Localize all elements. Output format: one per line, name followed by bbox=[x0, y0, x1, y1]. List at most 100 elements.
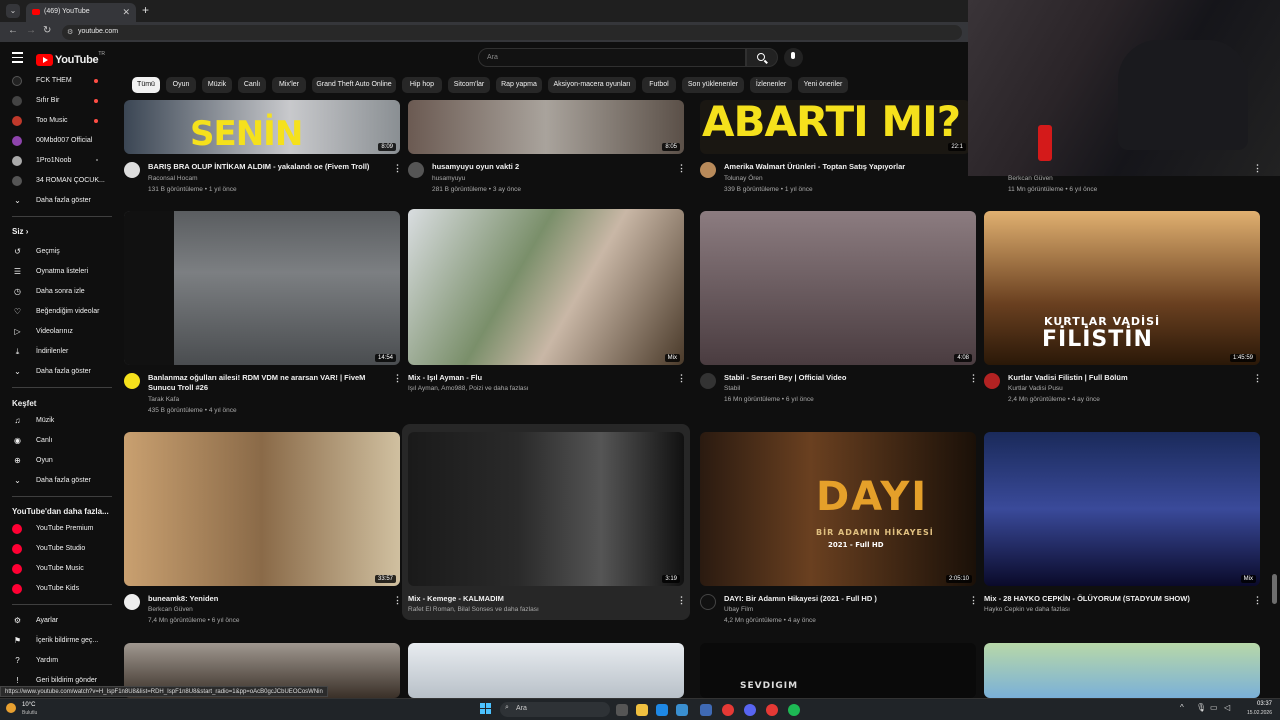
chip-muzik[interactable]: Müzik bbox=[202, 77, 232, 93]
video-thumbnail[interactable]: 4:08 bbox=[700, 211, 976, 365]
sidebar-item-live[interactable]: ◉ Canlı bbox=[12, 434, 112, 448]
task-view-icon[interactable] bbox=[616, 704, 628, 716]
video-thumbnail[interactable]: Mix bbox=[408, 209, 684, 365]
more-actions-icon[interactable]: ⋮ bbox=[393, 373, 402, 384]
url-field[interactable]: ⚙ youtube.com bbox=[62, 25, 962, 40]
forward-icon[interactable]: → bbox=[26, 25, 36, 36]
more-actions-icon[interactable]: ⋮ bbox=[393, 595, 402, 606]
sidebar-item-report-history[interactable]: ⚑ İçerik bildirme geç... bbox=[12, 634, 112, 648]
youtube-logo[interactable]: YouTubeTR bbox=[36, 51, 105, 69]
channel-name[interactable]: Tarak Kafa bbox=[148, 396, 179, 403]
video-title[interactable]: Kurtlar Vadisi Filistin | Full Bölüm bbox=[1008, 373, 1240, 383]
video-title[interactable]: Banlanmaz oğulları ailesi! RDM VDM ne ar… bbox=[148, 373, 380, 393]
channel-avatar[interactable] bbox=[124, 373, 140, 389]
sidebar-show-more-explore[interactable]: ⌄ Daha fazla göster bbox=[12, 474, 112, 488]
new-tab-icon[interactable]: + bbox=[142, 3, 149, 17]
video-thumbnail[interactable]: DAYI BİR ADAMIN HİKAYESİ 2021 - Full HD … bbox=[700, 432, 976, 586]
channel-name[interactable]: Kurtlar Vadisi Pusu bbox=[1008, 385, 1063, 392]
reload-icon[interactable]: ↻ bbox=[43, 25, 51, 36]
sidebar-item-gaming[interactable]: ⊕ Oyun bbox=[12, 454, 112, 468]
channel-name[interactable]: Hayko Cepkin ve daha fazlası bbox=[984, 606, 1070, 613]
channel-avatar[interactable] bbox=[124, 594, 140, 610]
chip-yeni-oneriler[interactable]: Yeni öneriler bbox=[798, 77, 848, 93]
video-thumbnail[interactable]: 33:57 bbox=[124, 432, 400, 586]
search-button[interactable] bbox=[746, 48, 778, 67]
channel-name[interactable]: Rafet El Roman, Bilal Sonses ve daha faz… bbox=[408, 606, 539, 613]
sidebar-item-settings[interactable]: ⚙ Ayarlar bbox=[12, 614, 112, 628]
voice-search-icon[interactable] bbox=[784, 48, 803, 67]
network-icon[interactable]: ▭ bbox=[1210, 703, 1218, 712]
chip-izlenenler[interactable]: İzlenenler bbox=[750, 77, 792, 93]
video-title[interactable]: BARIŞ BRA OLUP İNTİKAM ALDIM - yakalandı… bbox=[148, 162, 380, 172]
sidebar-item-youtube-premium[interactable]: YouTube Premium bbox=[12, 522, 112, 536]
weather-temp[interactable]: 10°C bbox=[22, 702, 35, 708]
channel-avatar[interactable] bbox=[700, 373, 716, 389]
more-actions-icon[interactable]: ⋮ bbox=[393, 163, 402, 174]
volume-icon[interactable]: ◁ bbox=[1224, 703, 1230, 712]
chip-hip-hop[interactable]: Hip hop bbox=[402, 77, 442, 93]
app-icon[interactable] bbox=[766, 704, 778, 716]
sidebar-item-youtube-kids[interactable]: YouTube Kids bbox=[12, 582, 112, 596]
video-title[interactable]: Stabil - Serseri Bey | Official Video bbox=[724, 373, 956, 383]
video-title[interactable]: Amerika Walmart Ürünleri - Toptan Satış … bbox=[724, 162, 956, 172]
chip-futbol[interactable]: Futbol bbox=[642, 77, 676, 93]
sidebar-item-help[interactable]: ? Yardım bbox=[12, 654, 112, 668]
sidebar-show-more-subs[interactable]: ⌄ Daha fazla göster bbox=[12, 194, 112, 208]
taskbar-search[interactable]: ⌕ Ara bbox=[500, 702, 610, 717]
sidebar-item-liked[interactable]: ♡ Beğendiğim videolar bbox=[12, 305, 112, 319]
spotify-icon[interactable] bbox=[788, 704, 800, 716]
tab-search-icon[interactable]: ⌄ bbox=[6, 4, 20, 18]
chip-canli[interactable]: Canlı bbox=[238, 77, 266, 93]
chip-sitcomlar[interactable]: Sitcom'lar bbox=[448, 77, 490, 93]
sidebar-item-playlists[interactable]: ☰ Oynatma listeleri bbox=[12, 265, 112, 279]
microphone-icon[interactable]: 🎙 bbox=[1196, 703, 1206, 712]
more-actions-icon[interactable]: ⋮ bbox=[677, 163, 686, 174]
video-title[interactable]: buneamk8: Yeniden bbox=[148, 594, 380, 604]
video-thumbnail[interactable] bbox=[408, 643, 684, 698]
tray-chevron-icon[interactable]: ^ bbox=[1180, 703, 1184, 712]
sidebar-item-downloads[interactable]: ⤓ İndirilenler bbox=[12, 345, 112, 359]
sidebar-item-music[interactable]: ♫ Müzik bbox=[12, 414, 112, 428]
you-section-header[interactable]: Siz › bbox=[12, 227, 28, 236]
file-explorer-icon[interactable] bbox=[636, 704, 648, 716]
more-actions-icon[interactable]: ⋮ bbox=[1253, 373, 1262, 384]
channel-avatar[interactable] bbox=[984, 373, 1000, 389]
sidebar-sub-too-music[interactable]: Too Music bbox=[12, 114, 112, 128]
scrollbar-thumb[interactable] bbox=[1272, 574, 1277, 604]
channel-avatar[interactable] bbox=[700, 162, 716, 178]
video-title[interactable]: DAYI: Bir Adamın Hikayesi (2021 - Full H… bbox=[724, 594, 956, 604]
video-thumbnail[interactable]: 14:54 bbox=[124, 211, 400, 365]
discord-icon[interactable] bbox=[744, 704, 756, 716]
site-info-icon[interactable]: ⚙ bbox=[67, 28, 73, 36]
video-thumbnail[interactable]: 8:05 bbox=[408, 100, 684, 154]
clock-date[interactable]: 15.02.2026 bbox=[1238, 710, 1272, 716]
sidebar-sub-34-roman[interactable]: 34 ROMAN ÇOCUK... bbox=[12, 174, 112, 188]
video-thumbnail[interactable]: SENİN ANANI 8:09 bbox=[124, 100, 400, 154]
more-actions-icon[interactable]: ⋮ bbox=[1253, 595, 1262, 606]
more-actions-icon[interactable]: ⋮ bbox=[677, 373, 686, 384]
sidebar-sub-00mbd007[interactable]: 00Mbd007 Official bbox=[12, 134, 112, 148]
more-actions-icon[interactable]: ⋮ bbox=[1253, 163, 1262, 174]
channel-avatar[interactable] bbox=[124, 162, 140, 178]
chip-rap-yapma[interactable]: Rap yapma bbox=[496, 77, 542, 93]
channel-name[interactable]: Berkcan Güven bbox=[1008, 175, 1053, 182]
sidebar-sub-fck-them[interactable]: FCK THEM bbox=[12, 74, 112, 88]
chip-mixler[interactable]: Mix'ler bbox=[272, 77, 306, 93]
channel-name[interactable]: Işıl Ayman, Amo988, Poizi ve daha fazlas… bbox=[408, 385, 529, 392]
video-thumbnail[interactable] bbox=[984, 643, 1260, 698]
channel-avatar[interactable] bbox=[700, 594, 716, 610]
video-thumbnail[interactable]: KURTLAR VADİSİ FİLİSTİN 1:45:59 bbox=[984, 211, 1260, 365]
app-icon[interactable] bbox=[676, 704, 688, 716]
video-thumbnail[interactable]: SEVDIGIM bbox=[700, 643, 976, 698]
chip-son-yuklenenler[interactable]: Son yüklenenler bbox=[682, 77, 744, 93]
browser-tab[interactable]: (469) YouTube ✕ bbox=[26, 3, 136, 22]
sidebar-sub-1pro1noob[interactable]: 1Pro1Noob bbox=[12, 154, 112, 168]
sidebar-item-history[interactable]: ↺ Geçmiş bbox=[12, 245, 112, 259]
channel-name[interactable]: Stabil bbox=[724, 385, 740, 392]
chip-tumu[interactable]: Tümü bbox=[132, 77, 160, 93]
video-thumbnail[interactable]: 3:19 bbox=[408, 432, 684, 586]
close-tab-icon[interactable]: ✕ bbox=[122, 7, 130, 18]
clock-time[interactable]: 03:37 bbox=[1242, 701, 1272, 707]
channel-name[interactable]: husamyuyu bbox=[432, 175, 465, 182]
sidebar-show-more-you[interactable]: ⌄ Daha fazla göster bbox=[12, 365, 112, 379]
